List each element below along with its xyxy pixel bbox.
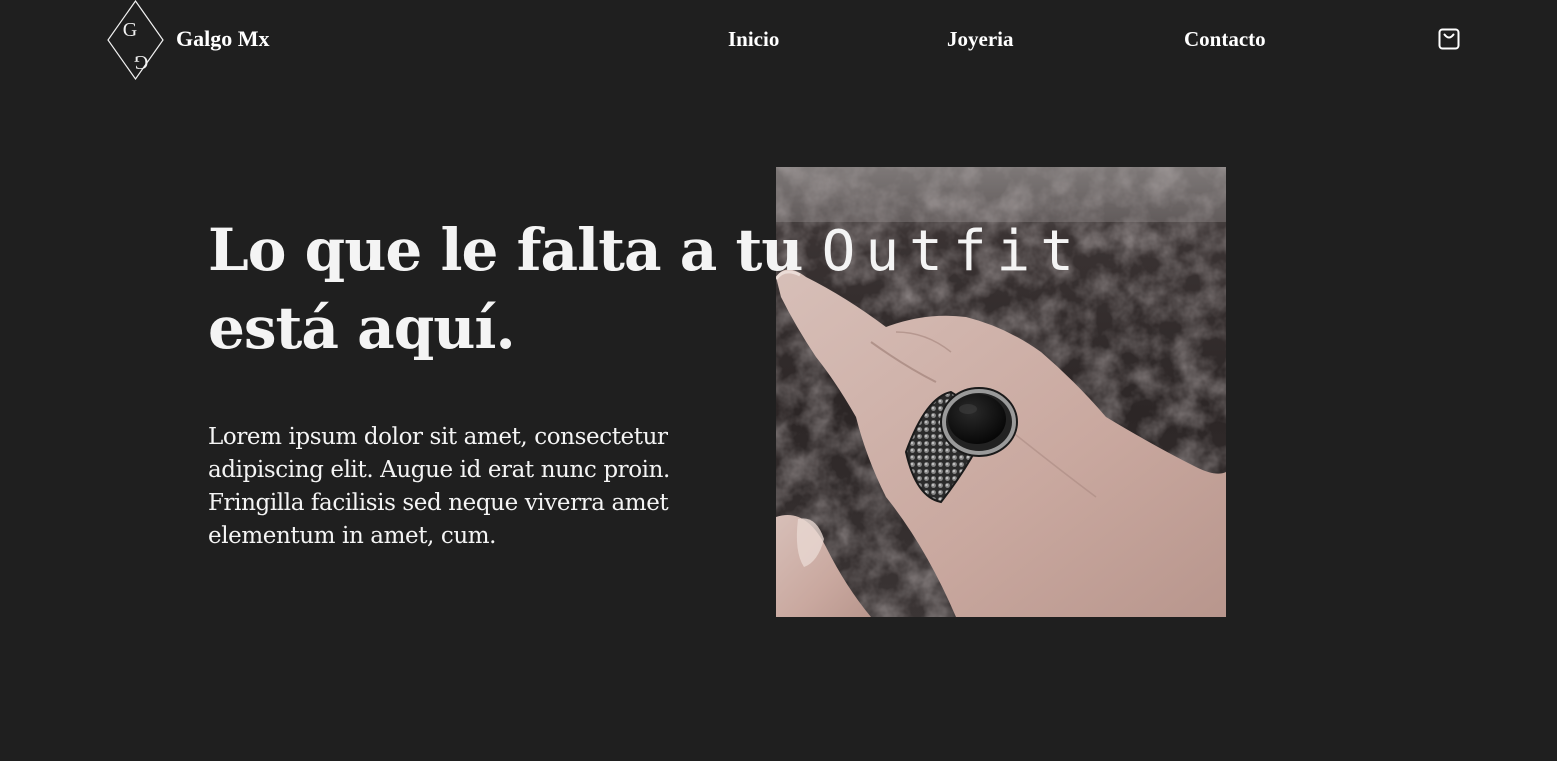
- nav-link-inicio[interactable]: Inicio: [728, 27, 779, 52]
- hero-description: Lorem ipsum dolor sit amet, consectetur …: [208, 424, 670, 549]
- hero-title-line1: Lo que le falta a tu: [208, 216, 803, 284]
- hero-title-accent: Outfit: [821, 219, 1084, 284]
- shopping-bag-icon[interactable]: [1438, 28, 1460, 50]
- nav-link-joyeria[interactable]: Joyeria: [947, 27, 1013, 52]
- svg-text:G: G: [134, 51, 148, 73]
- hero-title-line2: está aquí.: [208, 294, 516, 362]
- svg-text:G: G: [123, 19, 137, 41]
- nav-link-contacto[interactable]: Contacto: [1184, 27, 1266, 52]
- hero-title: Lo que le falta a tu Outfit está aquí.: [208, 212, 1084, 366]
- diamond-monogram-logo: G G: [107, 0, 164, 80]
- brand-name[interactable]: Galgo Mx: [176, 26, 270, 52]
